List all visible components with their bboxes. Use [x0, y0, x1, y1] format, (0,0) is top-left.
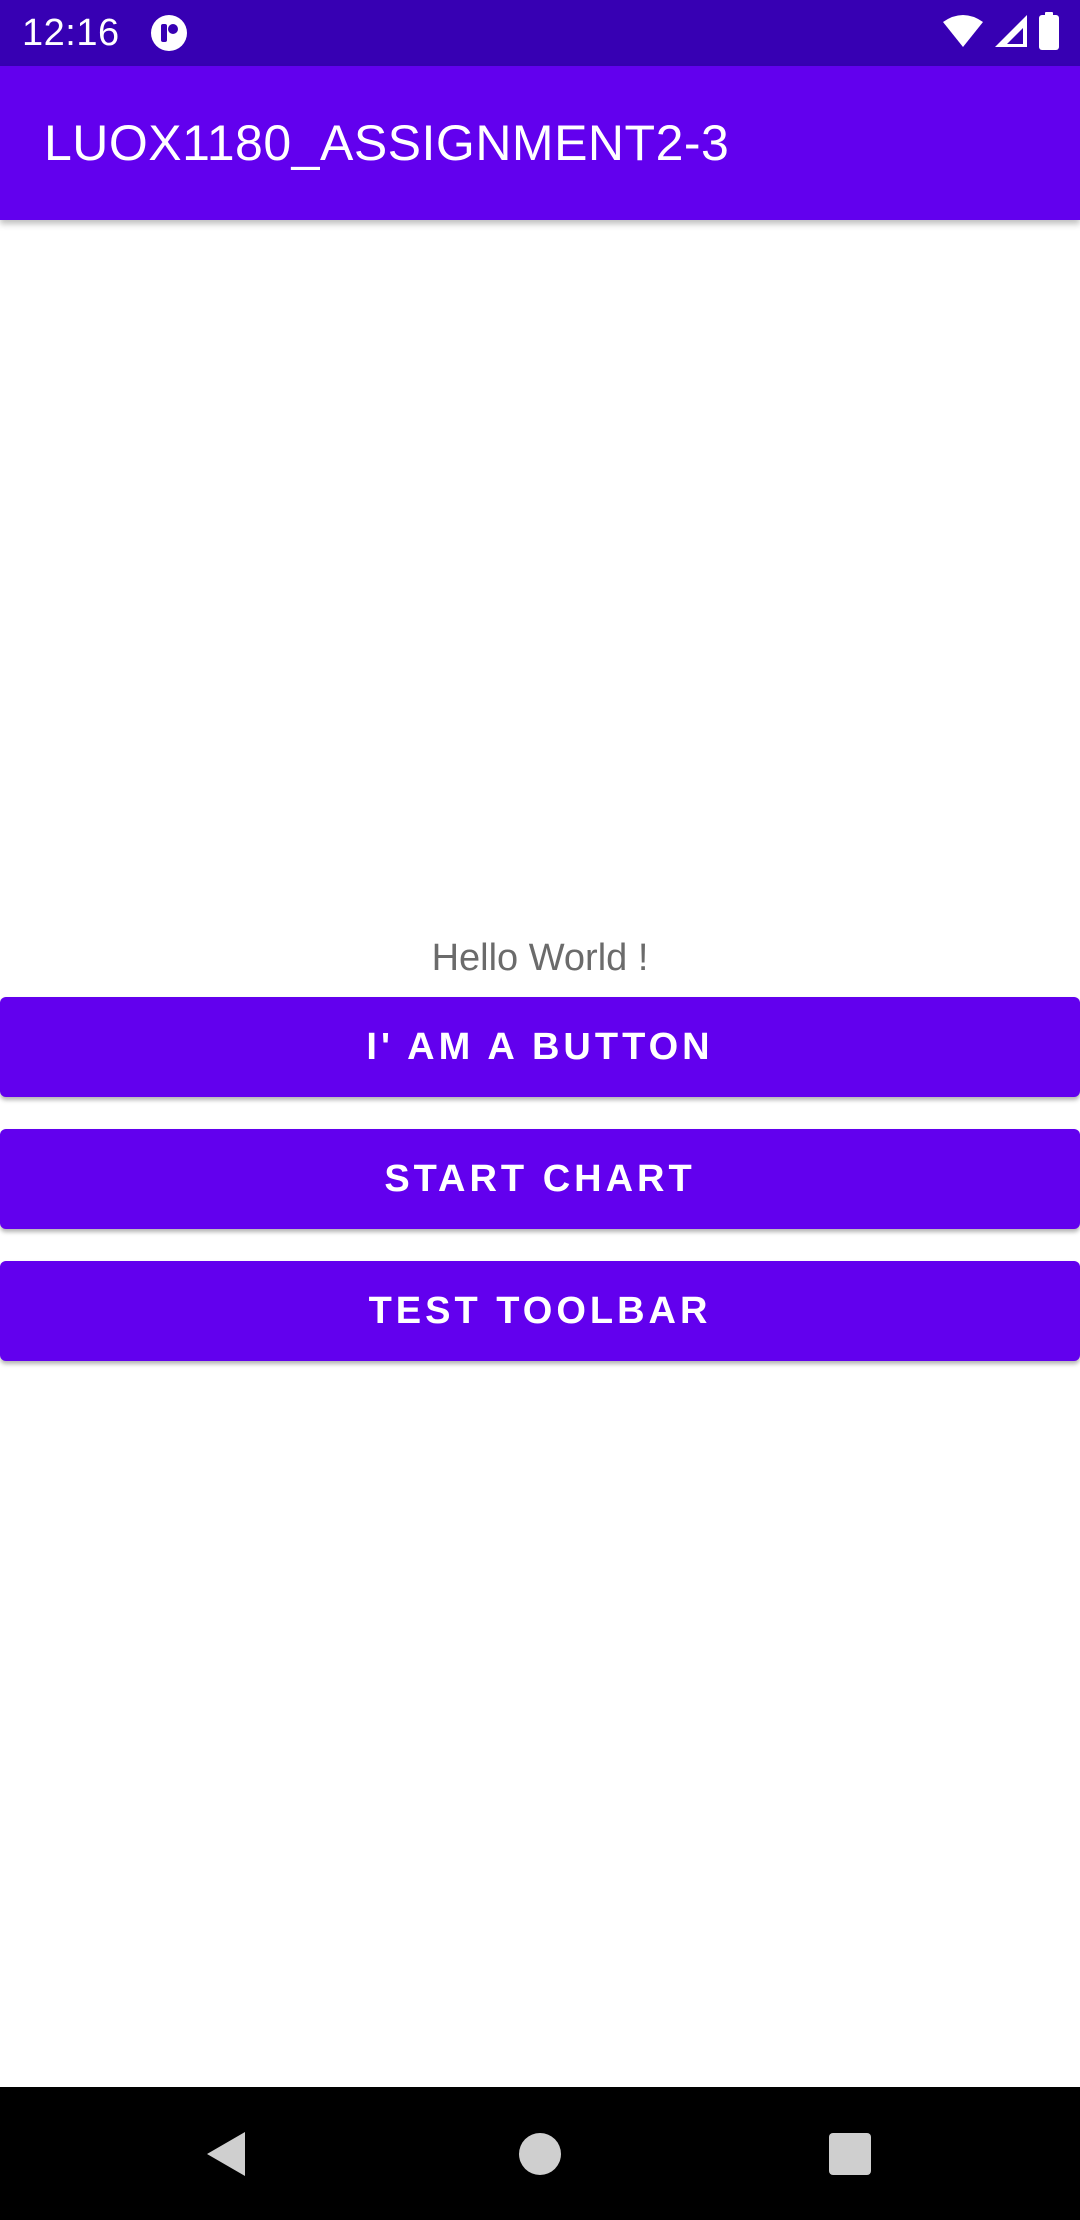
recents-icon[interactable] — [829, 2133, 871, 2175]
status-time: 12:16 — [22, 12, 120, 54]
app-title: LUOX1180_ASSIGNMENT2-3 — [44, 115, 730, 171]
back-icon[interactable] — [205, 2130, 247, 2178]
test-toolbar-button[interactable]: TEST TOOLBAR — [0, 1261, 1080, 1361]
hello-text: Hello World ! — [431, 937, 649, 979]
app-notification-icon — [150, 14, 188, 52]
home-icon[interactable] — [519, 2133, 561, 2175]
start-chart-button[interactable]: START CHART — [0, 1129, 1080, 1229]
wifi-icon — [942, 14, 984, 53]
i-am-a-button[interactable]: I' AM A BUTTON — [0, 997, 1080, 1097]
status-bar: 12:16 — [0, 0, 1080, 66]
signal-icon — [994, 14, 1028, 53]
status-icons — [942, 11, 1060, 55]
navigation-bar — [0, 2087, 1080, 2220]
app-bar: LUOX1180_ASSIGNMENT2-3 — [0, 66, 1080, 220]
battery-icon — [1038, 11, 1060, 55]
